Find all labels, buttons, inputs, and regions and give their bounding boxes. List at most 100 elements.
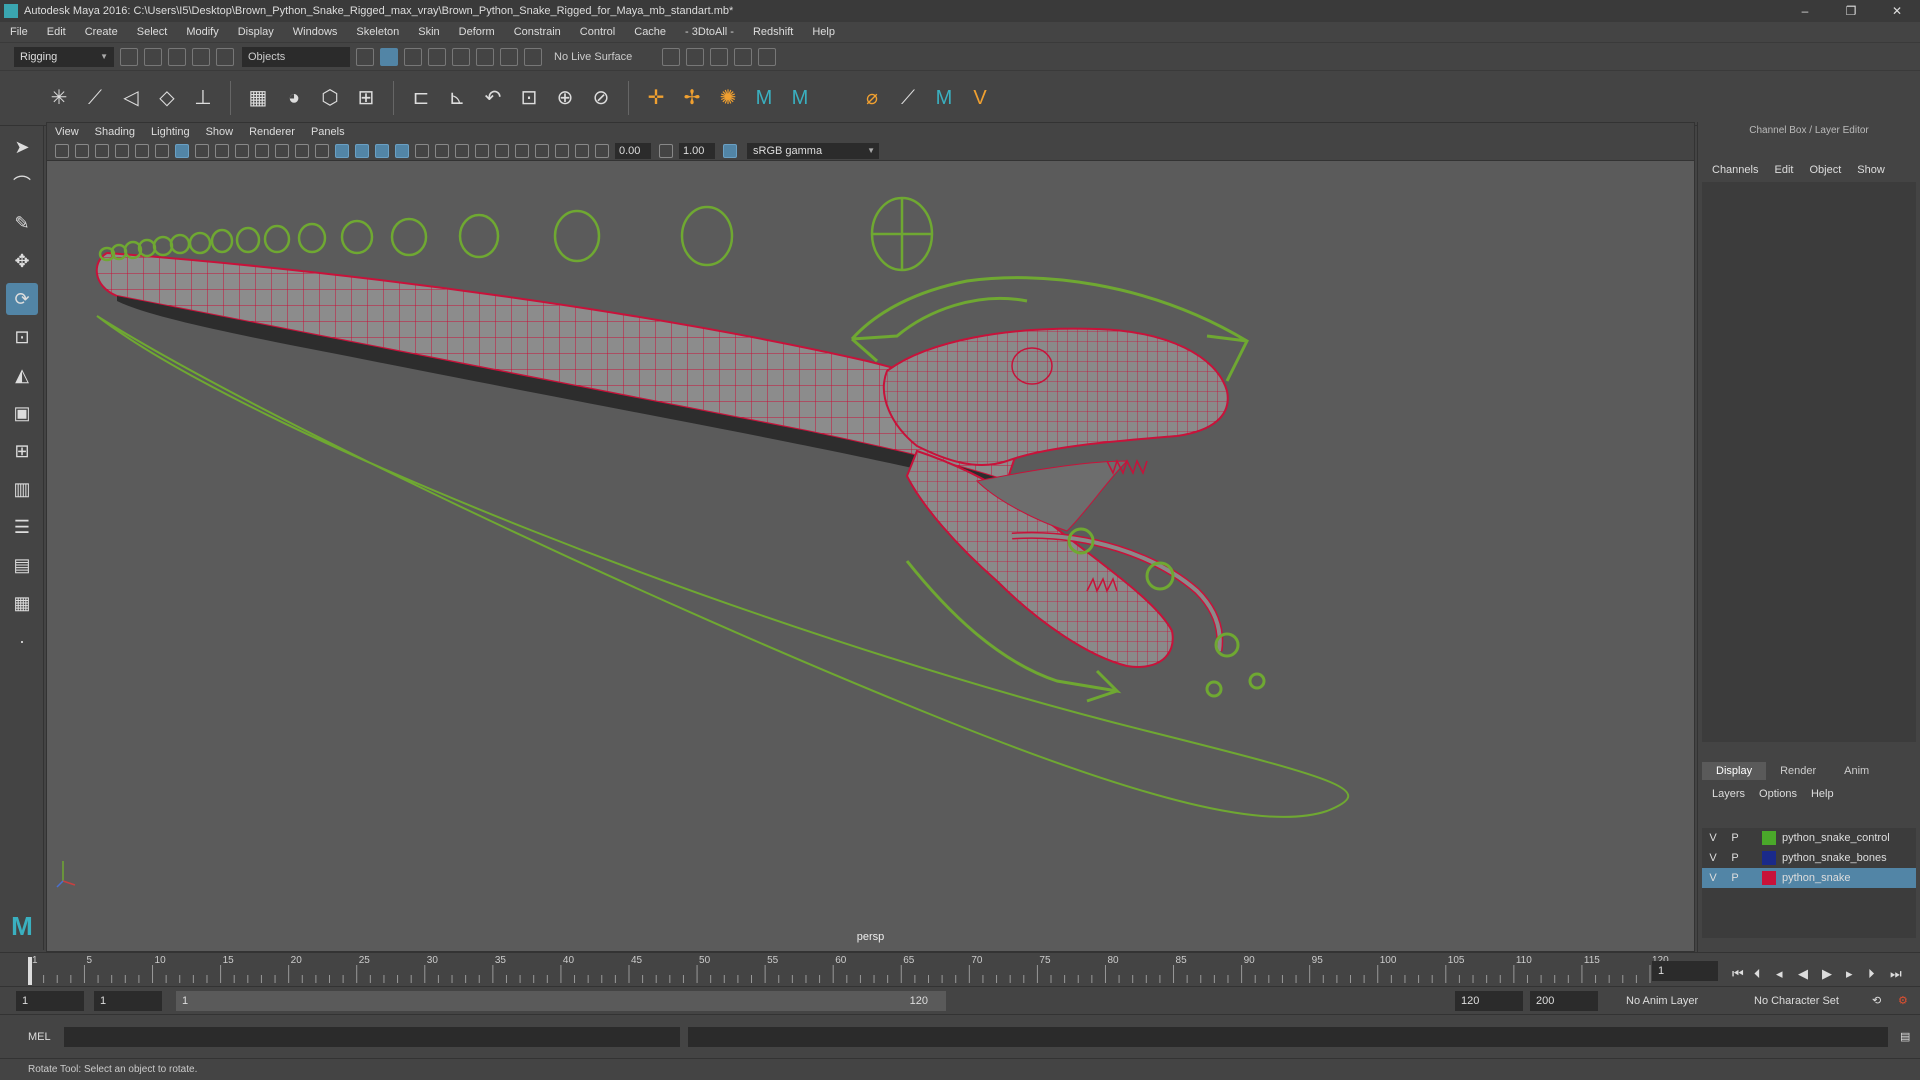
render-frame-icon[interactable] bbox=[686, 47, 705, 66]
wireframe-icon[interactable] bbox=[315, 143, 329, 158]
auto-key-icon[interactable]: ⟲ bbox=[1866, 991, 1886, 1011]
snap-curve-icon[interactable] bbox=[452, 47, 470, 66]
selection-mode-field[interactable]: Objects bbox=[242, 46, 350, 67]
two-pane-layout-icon[interactable]: ▥ bbox=[6, 473, 38, 505]
2d-pan-zoom-icon[interactable] bbox=[135, 143, 149, 158]
layer-row[interactable]: V P python_snake_bones bbox=[1702, 848, 1916, 868]
animation-end-field[interactable]: 200 bbox=[1530, 991, 1598, 1011]
goto-end-icon[interactable]: ⏭ bbox=[1890, 966, 1902, 982]
xray-joints-icon[interactable] bbox=[555, 143, 569, 158]
orient-constraint-icon[interactable]: ↶ bbox=[480, 85, 506, 111]
single-pane-layout-icon[interactable]: ▣ bbox=[6, 397, 38, 429]
tab-display[interactable]: Display bbox=[1702, 762, 1767, 780]
menu-control[interactable]: Control bbox=[580, 26, 615, 38]
joint-icon[interactable]: ✳ bbox=[46, 85, 72, 111]
layer-menu-help[interactable]: Help bbox=[1811, 788, 1834, 800]
film-gate-icon[interactable] bbox=[195, 143, 209, 158]
anim-layer-dropdown[interactable]: No Anim Layer bbox=[1620, 991, 1740, 1011]
scale-icon[interactable]: ⊡ bbox=[6, 321, 38, 353]
gate-mask-icon[interactable] bbox=[235, 143, 249, 158]
step-forward-frame-icon[interactable]: ⏵ bbox=[1868, 966, 1875, 982]
last-tool-icon[interactable]: ◭ bbox=[6, 359, 38, 391]
shadows-icon[interactable] bbox=[415, 143, 429, 158]
point-constraint-icon[interactable]: ⊏ bbox=[408, 85, 434, 111]
menu-display[interactable]: Display bbox=[238, 26, 274, 38]
graph-layout-icon[interactable]: ▤ bbox=[6, 549, 38, 581]
pole-vector-icon[interactable]: ⊘ bbox=[588, 85, 614, 111]
quick-rig-icon[interactable]: M bbox=[931, 85, 957, 111]
tab-anim[interactable]: Anim bbox=[1830, 762, 1883, 780]
select-camera-icon[interactable] bbox=[55, 143, 69, 158]
image-plane-icon[interactable] bbox=[115, 143, 129, 158]
range-bar[interactable]: 1 120 bbox=[176, 991, 946, 1011]
goto-start-icon[interactable]: ⏮ bbox=[1732, 966, 1744, 982]
isolate-select-icon[interactable] bbox=[515, 143, 529, 158]
cluster-icon[interactable]: ✢ bbox=[679, 85, 705, 111]
vp-menu-lighting[interactable]: Lighting bbox=[151, 126, 190, 138]
ambient-occlusion-icon[interactable] bbox=[435, 143, 449, 158]
lattice-icon[interactable]: ⬡ bbox=[317, 85, 343, 111]
script-editor-icon[interactable]: ▤ bbox=[1894, 1027, 1914, 1047]
viewport-panel[interactable]: View Shading Lighting Show Renderer Pane… bbox=[46, 122, 1695, 952]
menu-skin[interactable]: Skin bbox=[418, 26, 439, 38]
layer-menu-options[interactable]: Options bbox=[1759, 788, 1797, 800]
hypershade-layout-icon[interactable]: ▦ bbox=[6, 587, 38, 619]
command-input[interactable] bbox=[64, 1027, 680, 1047]
vp-menu-show[interactable]: Show bbox=[206, 126, 234, 138]
layer-playback-toggle[interactable]: P bbox=[1724, 832, 1746, 844]
use-all-lights-icon[interactable] bbox=[395, 143, 409, 158]
snap-point-icon[interactable] bbox=[476, 47, 494, 66]
vp-menu-panels[interactable]: Panels bbox=[311, 126, 345, 138]
select-object-icon[interactable] bbox=[380, 47, 398, 66]
scale-constraint-icon[interactable]: ⊡ bbox=[516, 85, 542, 111]
lasso-icon[interactable]: ⌒ bbox=[6, 169, 38, 201]
menu-skeleton[interactable]: Skeleton bbox=[356, 26, 399, 38]
wrinkle-icon[interactable]: V bbox=[967, 85, 993, 111]
render-settings-icon[interactable] bbox=[662, 47, 681, 66]
menu-deform[interactable]: Deform bbox=[459, 26, 495, 38]
snap-grid-icon[interactable] bbox=[428, 47, 446, 66]
character-set-dropdown[interactable]: No Character Set bbox=[1748, 991, 1860, 1011]
safe-title-icon[interactable] bbox=[295, 143, 309, 158]
vp-menu-view[interactable]: View bbox=[55, 126, 79, 138]
animation-preferences-icon[interactable]: ⚙ bbox=[1892, 991, 1912, 1011]
layer-playback-toggle[interactable]: P bbox=[1724, 852, 1746, 864]
current-frame-field[interactable]: 1 bbox=[1652, 961, 1718, 981]
channel-box-area[interactable] bbox=[1702, 182, 1916, 742]
make-live-icon[interactable] bbox=[524, 47, 542, 66]
exposure-field[interactable]: 0.00 bbox=[615, 142, 651, 159]
vp-menu-shading[interactable]: Shading bbox=[95, 126, 135, 138]
menu-file[interactable]: File bbox=[10, 26, 28, 38]
gamma-field[interactable]: 1.00 bbox=[679, 142, 715, 159]
menu-modify[interactable]: Modify bbox=[186, 26, 218, 38]
cb-menu-object[interactable]: Object bbox=[1809, 164, 1841, 176]
paint-select-icon[interactable]: ✎ bbox=[6, 207, 38, 239]
hik-character-icon[interactable]: M bbox=[787, 85, 813, 111]
animation-start-field[interactable]: 1 bbox=[16, 991, 84, 1011]
skin-paint-icon[interactable]: ⟋ bbox=[895, 85, 921, 111]
cb-menu-edit[interactable]: Edit bbox=[1774, 164, 1793, 176]
step-back-key-icon[interactable]: ◂ bbox=[1776, 966, 1783, 982]
menu-windows[interactable]: Windows bbox=[293, 26, 338, 38]
redo-icon[interactable] bbox=[216, 47, 234, 66]
parent-constraint-icon[interactable]: ⊕ bbox=[552, 85, 578, 111]
snap-view-plane-icon[interactable] bbox=[500, 47, 518, 66]
hik-icon[interactable]: M bbox=[751, 85, 777, 111]
layer-visibility-toggle[interactable]: V bbox=[1702, 872, 1724, 884]
ik-spline-icon[interactable]: ◁ bbox=[118, 85, 144, 111]
layer-row[interactable]: V P python_snake bbox=[1702, 868, 1916, 888]
select-arrow-icon[interactable]: ➤ bbox=[6, 131, 38, 163]
layer-color-swatch[interactable] bbox=[1762, 831, 1776, 845]
menuset-dropdown[interactable]: Rigging bbox=[14, 46, 114, 67]
current-time-marker[interactable] bbox=[28, 957, 32, 985]
exposure-icon[interactable] bbox=[595, 143, 609, 158]
select-component-icon[interactable] bbox=[404, 47, 422, 66]
gamma-icon[interactable] bbox=[659, 143, 673, 158]
wireframe-on-shaded-icon[interactable] bbox=[355, 143, 369, 158]
time-slider[interactable]: 1 5 10 15 20 25 30 35 40 45 50 55 60 65 70 75 80 85 90 95 10… bbox=[0, 952, 1920, 986]
view-transform-dropdown[interactable]: sRGB gamma bbox=[747, 142, 879, 159]
render-view-icon[interactable] bbox=[734, 47, 753, 66]
open-scene-icon[interactable] bbox=[144, 47, 162, 66]
camera-attributes-icon[interactable] bbox=[75, 143, 89, 158]
menu-3dtoall[interactable]: - 3DtoAll - bbox=[685, 26, 734, 38]
